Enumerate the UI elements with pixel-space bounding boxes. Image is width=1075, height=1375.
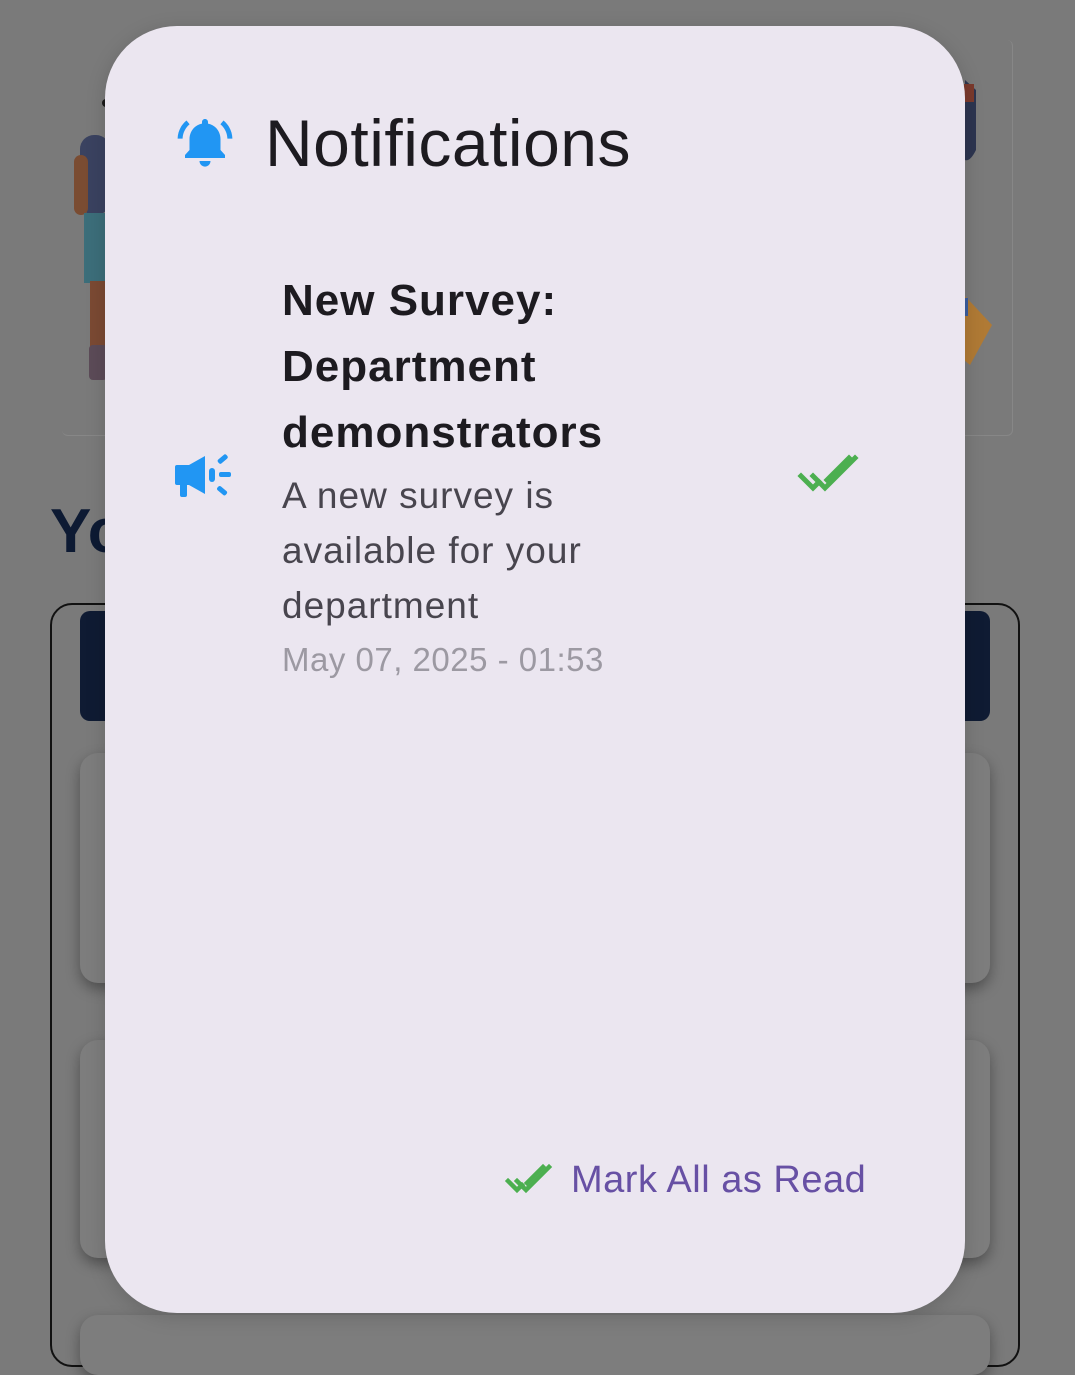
notification-item[interactable]: New Survey: Department demonstrators A n… — [105, 246, 965, 706]
notification-title: New Survey: Department demonstrators — [282, 276, 604, 457]
dialog-title: Notifications — [265, 106, 631, 180]
notification-body: A new survey is available for your depar… — [282, 475, 582, 626]
notifications-dialog: Notifications New Survey: Department dem… — [105, 26, 965, 1313]
double-check-icon — [797, 454, 859, 492]
mark-all-read-label: Mark All as Read — [571, 1158, 867, 1201]
dialog-header: Notifications — [175, 98, 631, 188]
background-card — [80, 1315, 990, 1375]
megaphone-icon — [175, 454, 231, 497]
mark-all-read-button[interactable]: Mark All as Read — [505, 1152, 866, 1208]
double-check-icon — [505, 1163, 553, 1194]
bell-icon — [177, 119, 233, 167]
notification-timestamp: May 07, 2025 - 01:53 — [282, 641, 604, 678]
